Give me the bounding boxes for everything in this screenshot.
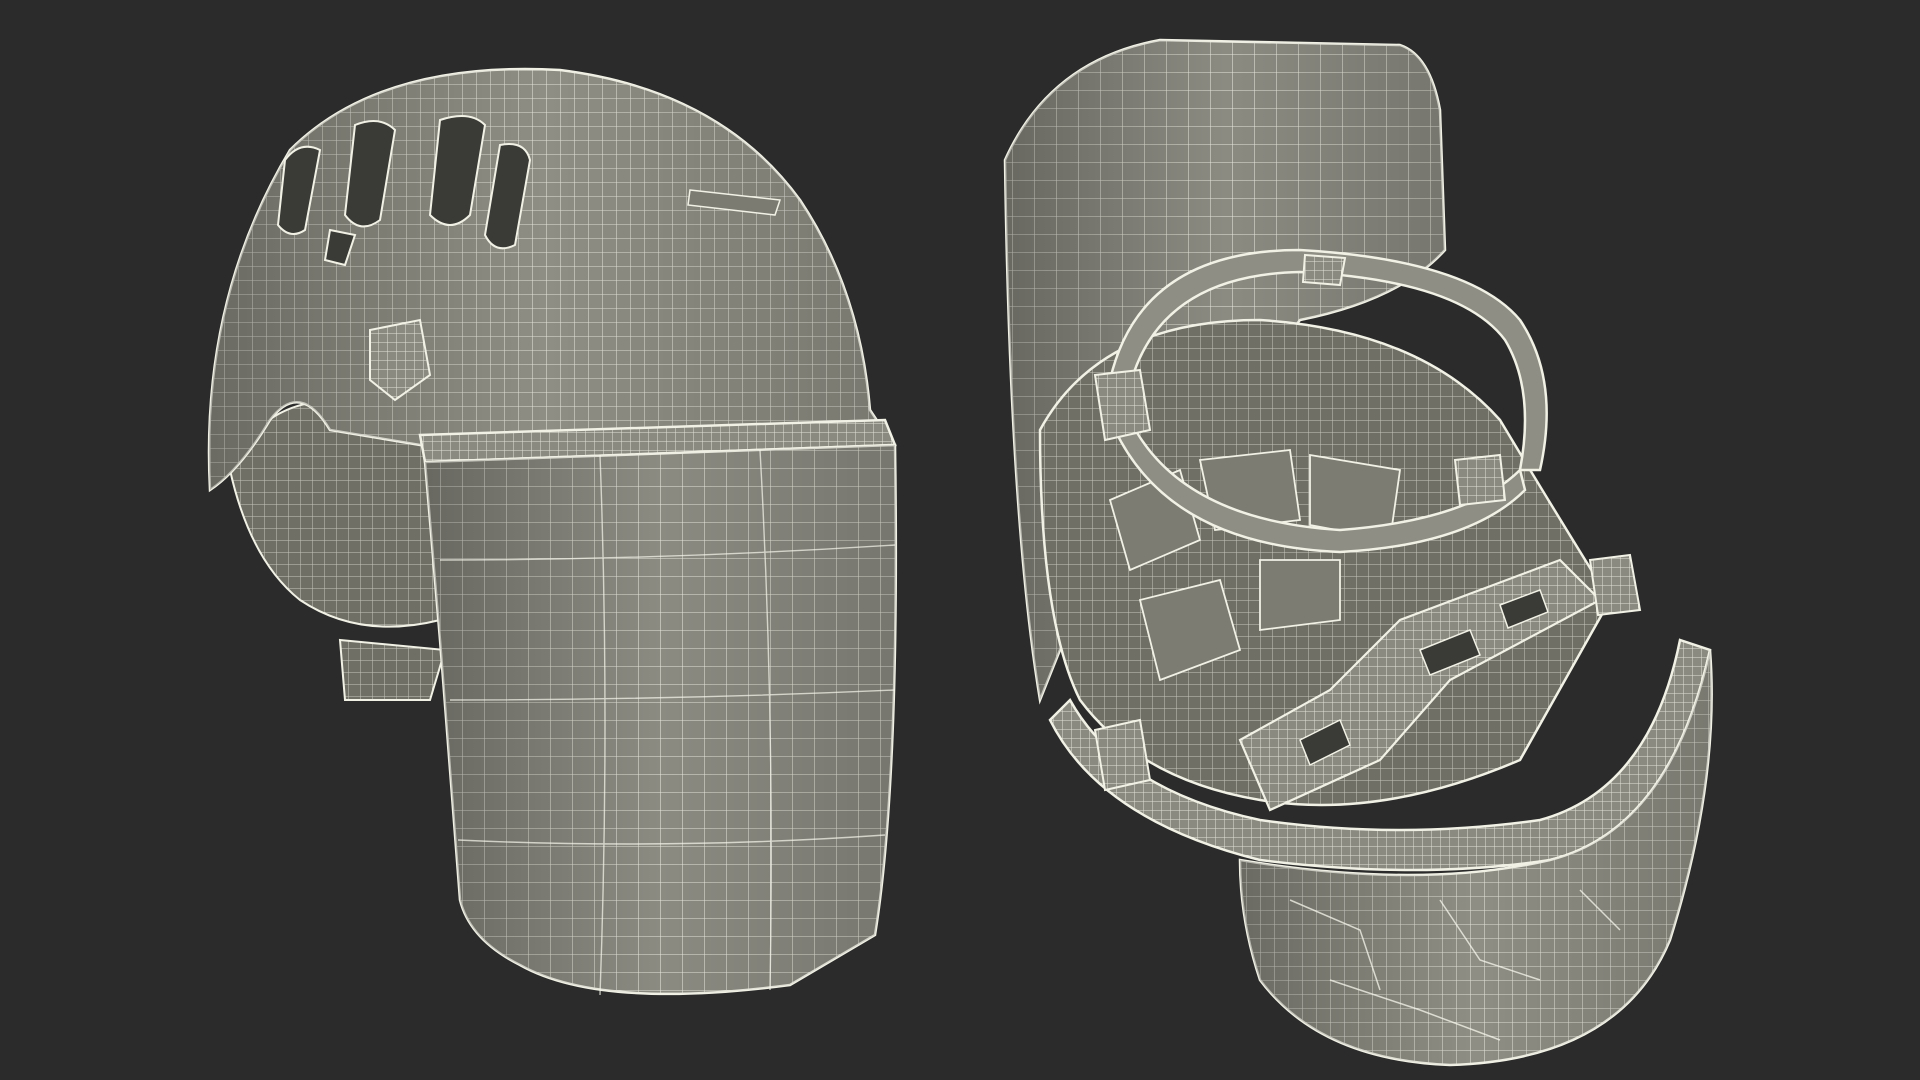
chin-strap	[338, 638, 447, 701]
helmet-front-view	[207, 67, 898, 996]
helmet-underside-view	[1003, 38, 1713, 1067]
wireframe-render	[207, 38, 1713, 1067]
render-viewport	[0, 0, 1920, 1080]
